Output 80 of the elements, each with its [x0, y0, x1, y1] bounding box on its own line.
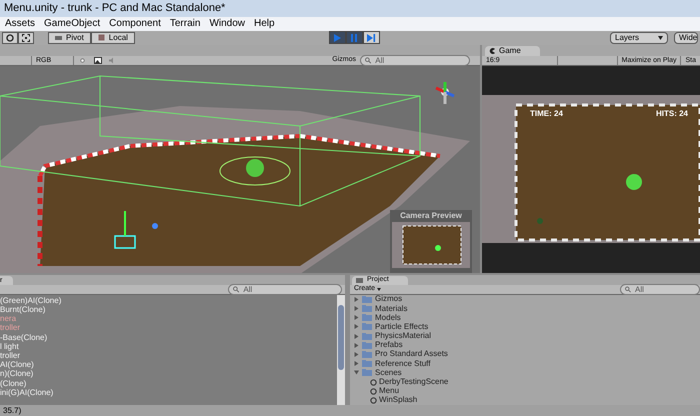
folder-icon — [362, 323, 372, 330]
collapsed-arrow-icon[interactable] — [354, 315, 359, 320]
collapsed-arrow-icon[interactable] — [354, 361, 359, 366]
folder-item[interactable]: Pro Standard Assets — [354, 350, 700, 360]
search-input[interactable]: All — [243, 284, 337, 294]
step-button[interactable] — [362, 31, 380, 44]
pause-icon — [349, 32, 360, 43]
search-icon — [233, 286, 240, 293]
scale-icon — [22, 34, 30, 42]
folder-icon — [362, 314, 372, 322]
scrollbar-thumb[interactable] — [338, 304, 344, 370]
folder-icon — [362, 296, 372, 303]
scrollbar[interactable] — [337, 294, 345, 405]
menu-bar-entry[interactable]: Terrain — [170, 16, 200, 31]
axis-gizmo-icon — [433, 80, 457, 106]
folder-item[interactable]: Gizmos — [354, 294, 700, 304]
folder-item[interactable]: Materials — [354, 304, 700, 314]
pivot-button[interactable]: Pivot — [48, 32, 91, 44]
hud-text: TIME: 24 — [530, 108, 563, 120]
folder-item[interactable]: Reference Stuff — [354, 359, 700, 368]
caret-icon — [658, 36, 663, 40]
folder-icon — [362, 342, 372, 349]
status-text: 35.7) — [3, 404, 22, 416]
hud-text: HITS: 24 — [656, 108, 688, 120]
folder-item[interactable]: Particle Effects — [354, 322, 700, 332]
menu-bar-entry[interactable]: Assets — [5, 16, 36, 31]
camera-preview-title: Camera Preview — [400, 210, 462, 222]
collapsed-arrow-icon[interactable] — [354, 334, 359, 339]
game-tab[interactable]: Game — [485, 46, 540, 56]
local-button[interactable]: Local — [90, 32, 135, 44]
folder-icon — [362, 360, 372, 368]
hierarchy-search-field[interactable]: All — [228, 284, 342, 295]
hierarchy-item[interactable]: (Clone) — [0, 378, 337, 388]
menu-bar-entry[interactable]: Window — [209, 16, 246, 31]
hierarchy-item[interactable]: ini(G)AI(Clone) — [0, 388, 337, 397]
hierarchy-item[interactable]: AI(Clone) — [0, 360, 337, 370]
folder-icon — [362, 369, 372, 376]
folder-icon — [356, 278, 363, 283]
menu-bar-entry[interactable]: GameObject — [44, 16, 100, 31]
scene-item[interactable]: WinSplash — [354, 396, 700, 405]
scene-search-field[interactable]: All — [360, 54, 470, 66]
hierarchy-item[interactable]: l light — [0, 342, 337, 351]
menu-bar-entry[interactable]: Help — [254, 16, 275, 31]
folder-item[interactable]: Prefabs — [354, 340, 700, 350]
search-input[interactable]: All — [375, 56, 465, 65]
image-icon — [94, 56, 102, 64]
hand-tool-button[interactable] — [2, 32, 18, 44]
scene-item[interactable]: Menu — [354, 386, 700, 396]
play-button[interactable] — [328, 31, 346, 44]
layout-dropdown[interactable]: Wide — [674, 32, 698, 44]
step-icon — [366, 32, 376, 43]
collapsed-arrow-icon[interactable] — [354, 296, 359, 302]
window-title: Menu.unity - trunk - PC and Mac Standalone* — [4, 1, 226, 16]
pacman-icon — [489, 48, 495, 54]
collapsed-arrow-icon[interactable] — [354, 324, 359, 330]
hierarchy-item[interactable]: Burnt(Clone) — [0, 304, 337, 314]
hierarchy-item[interactable]: (Green)AI(Clone) — [0, 296, 337, 305]
project-search-field[interactable]: All — [620, 284, 700, 295]
hierarchy-item[interactable]: troller — [0, 350, 337, 360]
scale-tool-button[interactable] — [18, 32, 34, 44]
folder-icon — [362, 332, 372, 340]
expanded-arrow-icon[interactable] — [354, 370, 359, 376]
hierarchy-item[interactable]: n)(Clone) — [0, 369, 337, 379]
layers-dropdown[interactable]: Layers — [610, 32, 668, 44]
folder-icon — [362, 305, 372, 312]
caret-icon — [377, 288, 382, 291]
collapsed-arrow-icon[interactable] — [354, 306, 359, 312]
pause-button[interactable] — [346, 31, 363, 44]
collapsed-arrow-icon[interactable] — [354, 352, 359, 357]
folder-icon — [362, 350, 372, 358]
search-icon — [365, 56, 372, 64]
search-input[interactable]: All — [635, 284, 695, 294]
collapsed-arrow-icon[interactable] — [354, 342, 359, 348]
folder-item[interactable]: Scenes — [354, 368, 700, 378]
folder-item[interactable]: Models — [354, 313, 700, 322]
hierarchy-item[interactable]: -Base(Clone) — [0, 332, 337, 342]
menu-bar-entry[interactable]: Component — [109, 16, 161, 31]
folder-item[interactable]: PhysicsMaterial — [354, 332, 700, 341]
search-icon — [625, 286, 631, 293]
scene-item[interactable]: DerbyTestingScene — [354, 377, 700, 387]
